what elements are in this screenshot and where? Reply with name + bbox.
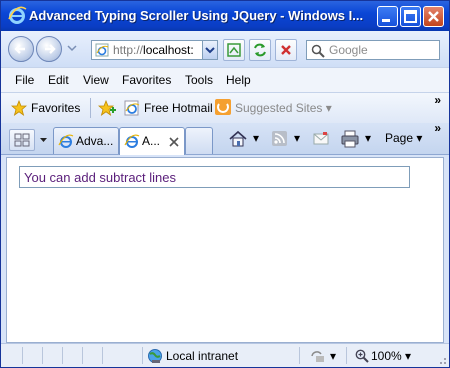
new-tab-button[interactable] — [185, 127, 213, 154]
address-dropdown-button[interactable] — [202, 40, 218, 60]
protected-mode-icon[interactable] — [309, 349, 325, 363]
status-divider — [299, 347, 300, 364]
suggested-sites-link[interactable]: Suggested Sites ▾ — [235, 101, 332, 115]
text-input-value: You can add subtract lines — [24, 170, 177, 185]
status-cell — [63, 347, 83, 364]
address-bar-row: http://localhost: Google — [1, 31, 449, 67]
minimize-button[interactable] — [377, 6, 398, 27]
read-mail-icon[interactable] — [313, 132, 329, 146]
hotmail-ie-icon — [124, 100, 140, 116]
menu-tools[interactable]: Tools — [185, 73, 213, 87]
home-dropdown-icon[interactable]: ▾ — [253, 131, 259, 145]
url-host: localhost: — [143, 43, 194, 57]
resize-grip-icon[interactable] — [437, 355, 447, 365]
tab-1-label: Adva... — [76, 134, 114, 148]
page-content: You can add subtract lines — [6, 157, 444, 343]
security-zone-label[interactable]: Local intranet — [166, 349, 238, 363]
close-button[interactable] — [423, 6, 444, 27]
compatibility-view-button[interactable] — [223, 39, 245, 61]
zoom-level-value: 100% — [371, 349, 402, 363]
chevron-down-icon — [205, 47, 215, 54]
suggested-sites-label: Suggested Sites — [235, 101, 323, 115]
window-title: Advanced Typing Scroller Using JQuery - … — [29, 8, 364, 23]
menu-favorites[interactable]: Favorites — [122, 73, 171, 87]
zoom-level-button[interactable]: 100% ▾ — [371, 349, 411, 363]
zoom-magnifier-icon — [355, 349, 369, 363]
print-icon[interactable] — [341, 130, 359, 148]
home-icon[interactable] — [228, 130, 248, 148]
favorites-star-icon — [11, 100, 27, 116]
status-bar: Local intranet ▾ 100% ▾ — [1, 343, 449, 367]
status-cell — [83, 347, 103, 364]
favorites-bar: Favorites Free Hotmail Suggested Sites ▾… — [1, 93, 449, 123]
status-cell — [23, 347, 43, 364]
favorites-button[interactable]: Favorites — [31, 101, 80, 115]
tab-ie-icon — [124, 134, 140, 148]
favorites-overflow-chevron-icon[interactable]: » — [434, 93, 441, 107]
refresh-button[interactable] — [249, 39, 271, 61]
feeds-icon[interactable] — [272, 131, 288, 147]
refresh-icon — [254, 43, 266, 57]
menu-help[interactable]: Help — [226, 73, 251, 87]
search-placeholder: Google — [329, 43, 368, 57]
text-input[interactable]: You can add subtract lines — [19, 166, 410, 188]
command-bar-overflow-chevron-icon[interactable]: » — [434, 121, 441, 135]
back-arrow-icon — [14, 44, 25, 54]
forward-button[interactable] — [36, 36, 62, 62]
tab-2-label: A... — [142, 134, 161, 148]
menu-file[interactable]: File — [15, 73, 34, 87]
close-icon — [428, 11, 439, 22]
address-field[interactable]: http://localhost: — [91, 40, 218, 60]
menu-edit[interactable]: Edit — [48, 73, 69, 87]
tab-close-icon[interactable] — [169, 137, 179, 147]
tab-list-dropdown-icon[interactable] — [39, 136, 48, 144]
page-icon — [95, 43, 109, 57]
status-cell — [43, 347, 63, 364]
free-hotmail-link[interactable]: Free Hotmail — [144, 101, 213, 115]
page-menu-label: Page — [385, 131, 414, 145]
quick-tabs-button[interactable] — [9, 129, 35, 151]
quick-tabs-grid-icon — [14, 133, 30, 147]
url-text: http://localhost: — [113, 43, 203, 57]
stop-button[interactable] — [275, 39, 297, 61]
tab-bar: Adva... A... ▾ ▾ ▾ Page ▾ » — [1, 121, 449, 155]
stop-icon — [281, 45, 291, 55]
page-menu-button[interactable]: Page ▾ — [385, 131, 422, 145]
print-dropdown-icon[interactable]: ▾ — [365, 131, 371, 145]
url-prefix: http:// — [113, 43, 144, 57]
add-to-favorites-icon[interactable] — [98, 100, 116, 116]
tab-2-active[interactable]: A... — [119, 127, 185, 155]
favorites-separator — [90, 98, 91, 118]
minimize-icon — [382, 19, 390, 22]
back-button[interactable] — [8, 36, 34, 62]
tab-1[interactable]: Adva... — [53, 127, 119, 154]
protected-mode-dropdown-icon[interactable]: ▾ — [330, 349, 336, 363]
compatibility-view-icon — [227, 43, 241, 57]
ie-logo-icon — [8, 6, 27, 24]
browser-window: Advanced Typing Scroller Using JQuery - … — [0, 0, 450, 368]
search-field[interactable]: Google — [306, 40, 440, 60]
menu-bar: File Edit View Favorites Tools Help — [1, 67, 449, 93]
status-divider — [346, 347, 347, 364]
status-cell — [103, 347, 143, 364]
forward-arrow-icon — [45, 44, 56, 54]
intranet-globe-icon — [148, 349, 162, 363]
menu-view[interactable]: View — [83, 73, 109, 87]
maximize-icon — [404, 10, 417, 23]
feeds-dropdown-icon[interactable]: ▾ — [294, 131, 300, 145]
title-bar[interactable]: Advanced Typing Scroller Using JQuery - … — [1, 1, 449, 31]
search-icon — [311, 44, 325, 58]
maximize-button[interactable] — [400, 6, 421, 27]
recent-pages-dropdown-icon[interactable] — [67, 43, 77, 53]
tab-ie-icon — [58, 134, 74, 148]
status-cell — [1, 347, 23, 364]
suggested-sites-icon — [215, 99, 231, 115]
